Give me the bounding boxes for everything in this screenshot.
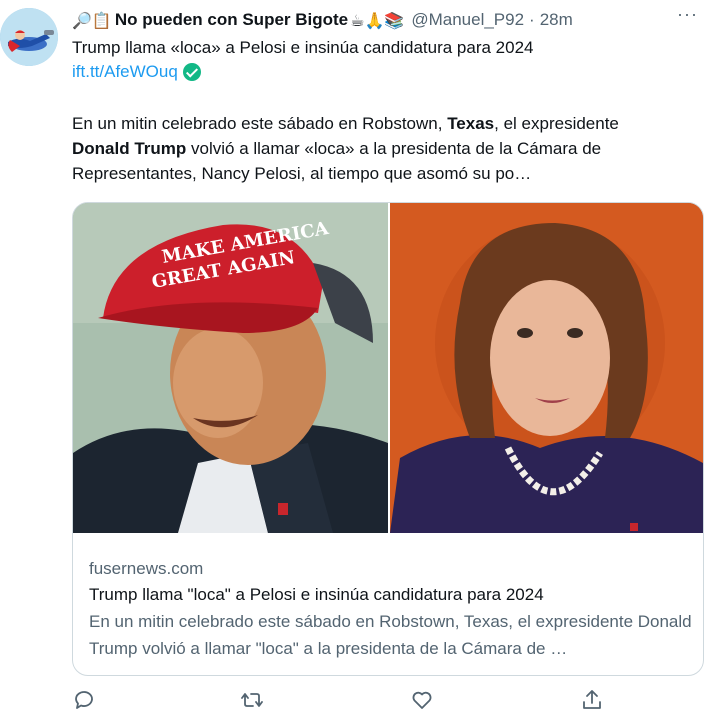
tweet-headline: Trump llama «loca» a Pelosi e insinúa ca… xyxy=(72,38,534,57)
card-meta: fusernews.com Trump llama "loca" a Pelos… xyxy=(89,557,693,662)
reply-icon[interactable] xyxy=(72,688,100,716)
link-card[interactable]: MAKE AMERICA GREAT AGAIN fusernews.com T… xyxy=(72,202,704,676)
retweet-icon[interactable] xyxy=(240,688,268,716)
card-title: Trump llama "loca" a Pelosi e insinúa ca… xyxy=(89,585,544,604)
display-name[interactable]: No pueden con Super Bigote xyxy=(115,10,348,30)
superhero-avatar-icon xyxy=(0,8,58,66)
name-suffix-emoji: ☕🙏📚 xyxy=(350,10,405,30)
avatar[interactable] xyxy=(0,8,58,66)
handle[interactable]: @Manuel_P92 xyxy=(411,10,524,30)
name-prefix-emoji: 🔎📋 xyxy=(72,10,112,30)
link-row: ift.tt/AfeWOuq xyxy=(72,62,201,82)
tweet-header: 🔎📋 No pueden con Super Bigote ☕🙏📚 @Manue… xyxy=(72,8,702,32)
verified-check-icon xyxy=(182,63,201,81)
card-image-right[interactable] xyxy=(390,203,703,533)
card-domain: fusernews.com xyxy=(89,559,204,578)
tweet-body: En un mitin celebrado este sábado en Rob… xyxy=(72,111,702,186)
body-text-2: , el expresidente xyxy=(494,114,619,133)
trump-photo-icon: MAKE AMERICA GREAT AGAIN xyxy=(73,203,388,533)
share-icon[interactable] xyxy=(580,688,608,716)
tweet-link[interactable]: ift.tt/AfeWOuq xyxy=(72,62,178,82)
tweet[interactable]: 🔎📋 No pueden con Super Bigote ☕🙏📚 @Manue… xyxy=(0,0,710,717)
timestamp[interactable]: 28m xyxy=(540,10,573,30)
more-options-icon[interactable]: ··· xyxy=(677,4,698,25)
pelosi-photo-icon xyxy=(390,203,703,533)
action-bar xyxy=(72,688,702,716)
card-description: En un mitin celebrado este sábado en Rob… xyxy=(89,612,692,658)
body-bold-trump: Donald Trump xyxy=(72,139,187,158)
card-image-left[interactable]: MAKE AMERICA GREAT AGAIN xyxy=(73,203,388,533)
like-icon[interactable] xyxy=(410,688,438,716)
body-bold-texas: Texas xyxy=(447,114,495,133)
body-text-1: En un mitin celebrado este sábado en Rob… xyxy=(72,114,448,133)
separator-dot: · xyxy=(529,10,535,29)
